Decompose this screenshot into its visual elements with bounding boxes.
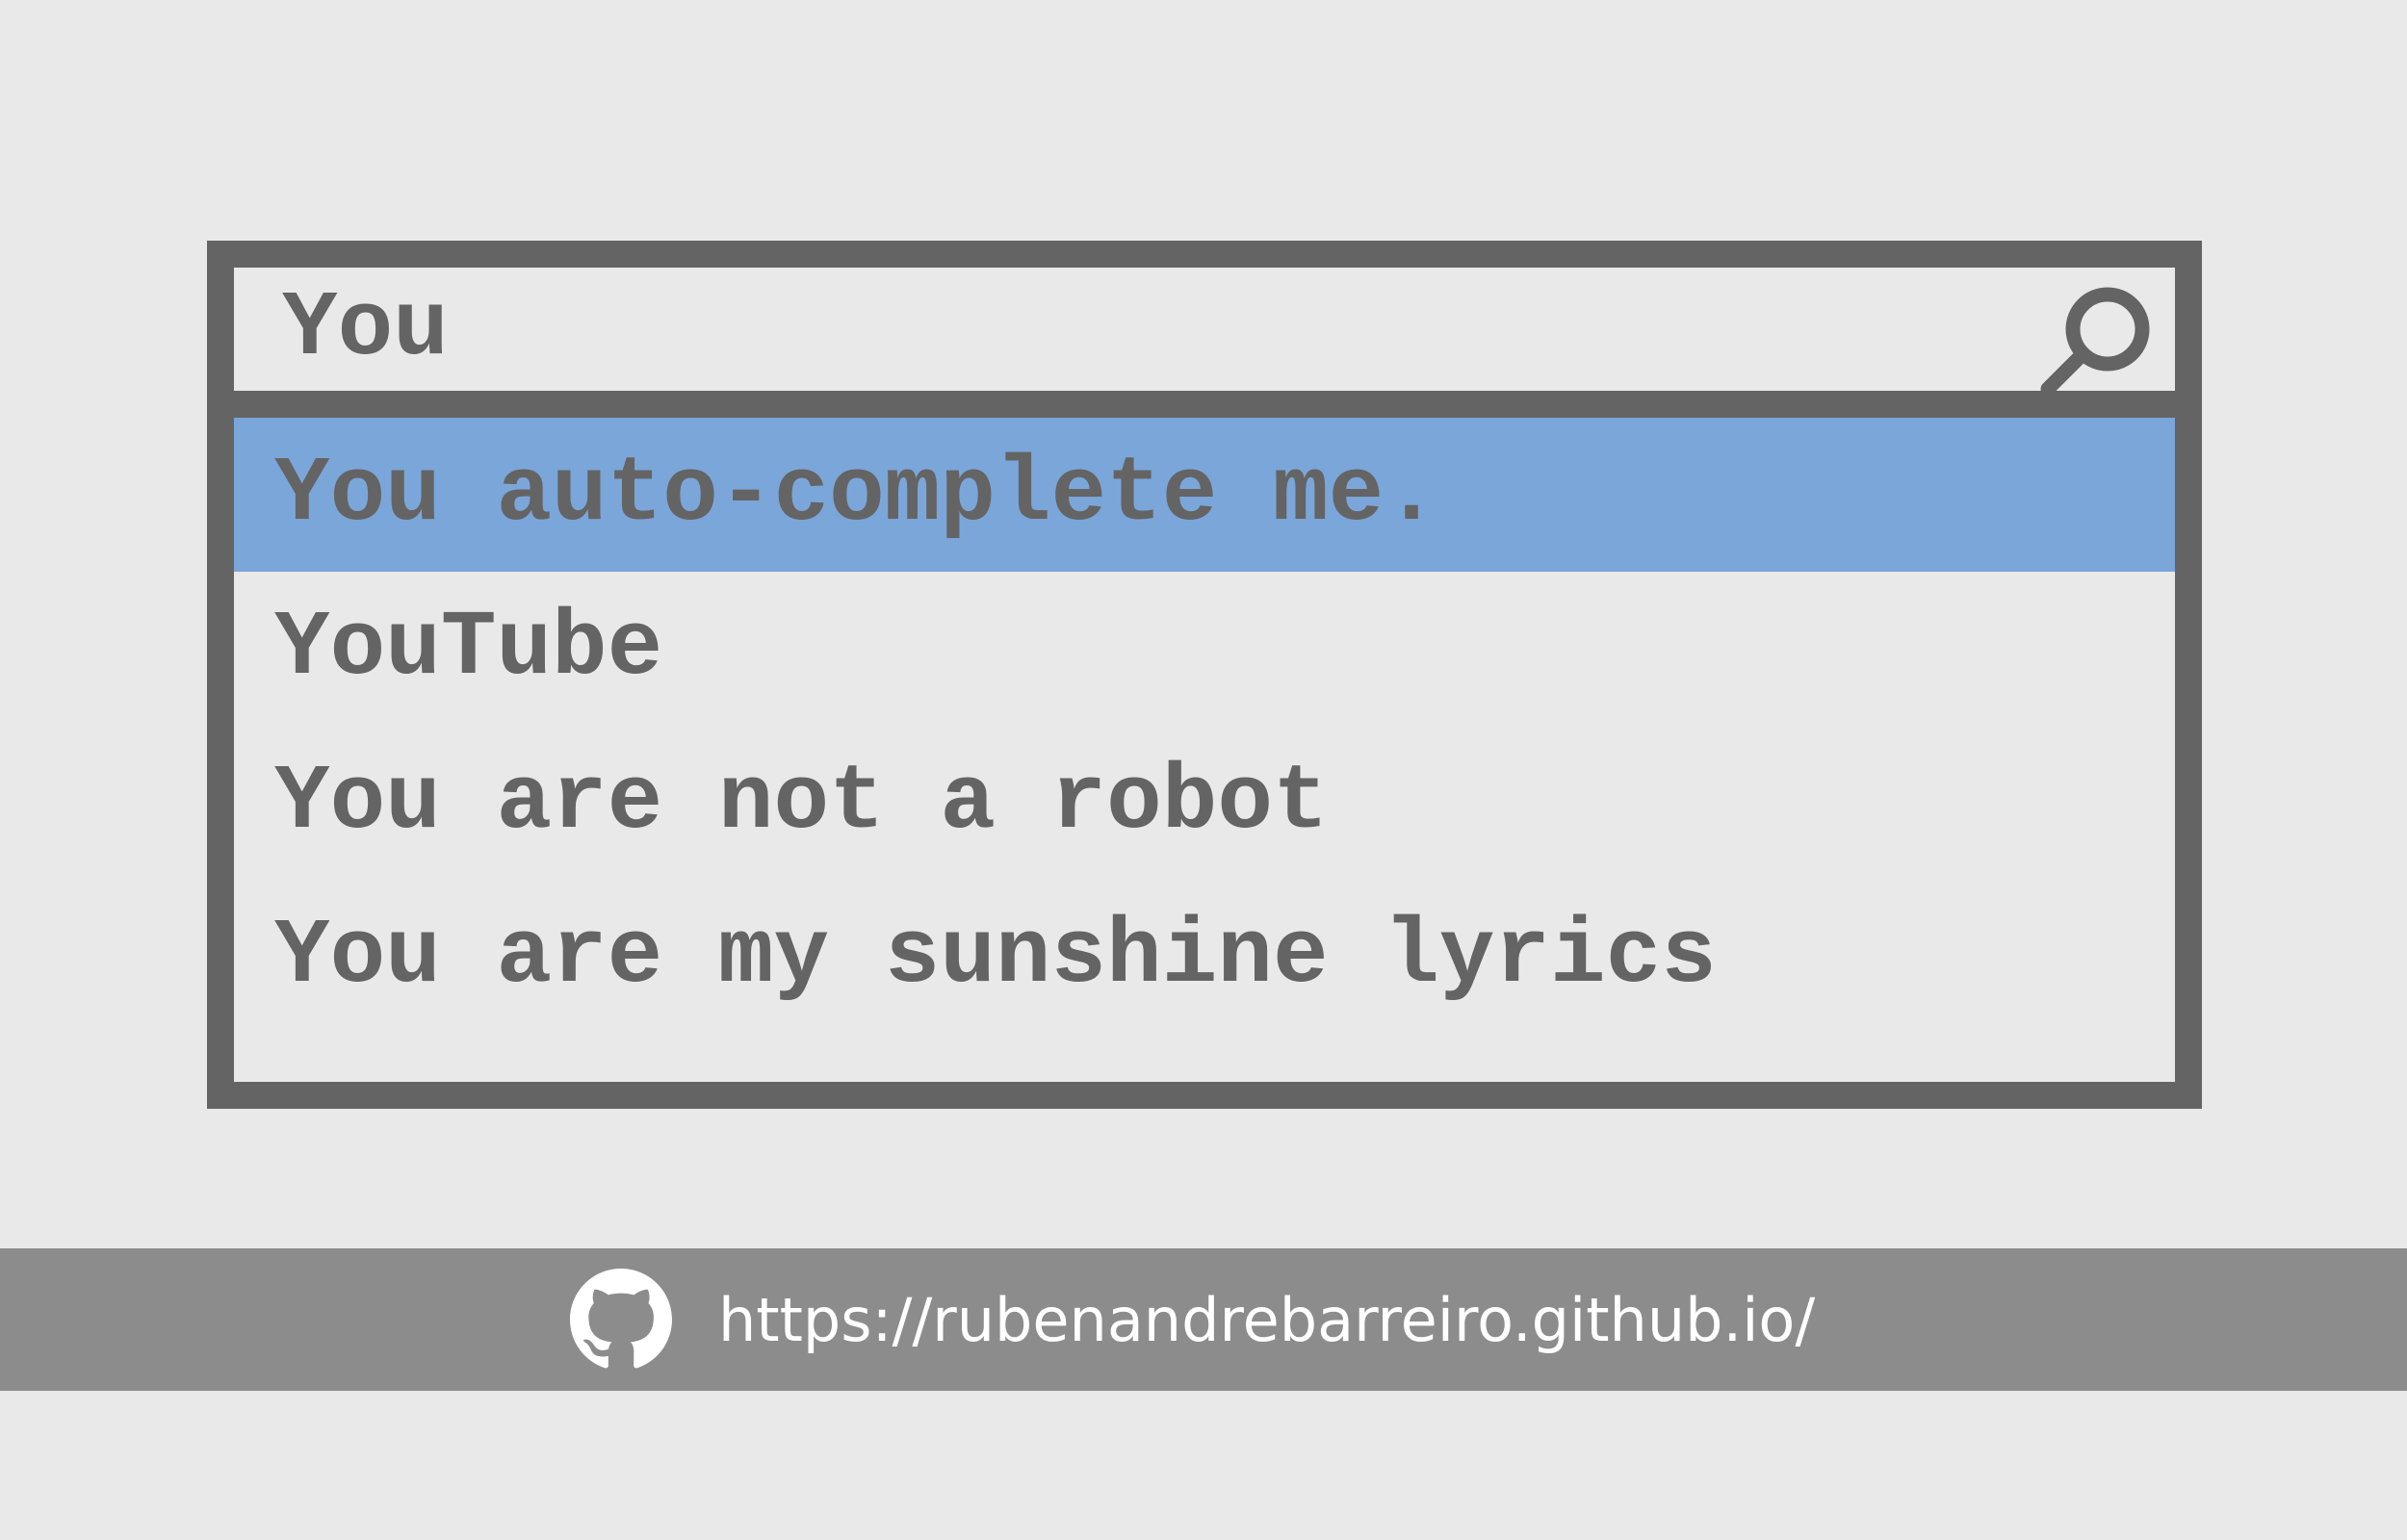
suggestion-item[interactable]: You are not a robot — [234, 726, 2175, 880]
suggestion-list: You auto-complete me. YouTube You are no… — [234, 418, 2175, 1034]
footer-content: https://rubenandrebarreiro.github.io/ — [570, 1269, 1815, 1371]
github-pages-link[interactable]: https://rubenandrebarreiro.github.io/ — [718, 1285, 1815, 1355]
footer-bar: https://rubenandrebarreiro.github.io/ — [0, 1248, 2407, 1391]
github-icon — [570, 1269, 672, 1369]
search-icon[interactable] — [2038, 285, 2154, 400]
search-bar — [234, 268, 2175, 418]
suggestion-item-selected[interactable]: You auto-complete me. — [234, 418, 2175, 572]
suggestion-item[interactable]: You are my sunshine lyrics — [234, 880, 2175, 1034]
autocomplete-widget: You auto-complete me. YouTube You are no… — [207, 241, 2202, 1109]
search-input[interactable] — [282, 268, 2015, 391]
suggestion-item[interactable]: YouTube — [234, 572, 2175, 726]
